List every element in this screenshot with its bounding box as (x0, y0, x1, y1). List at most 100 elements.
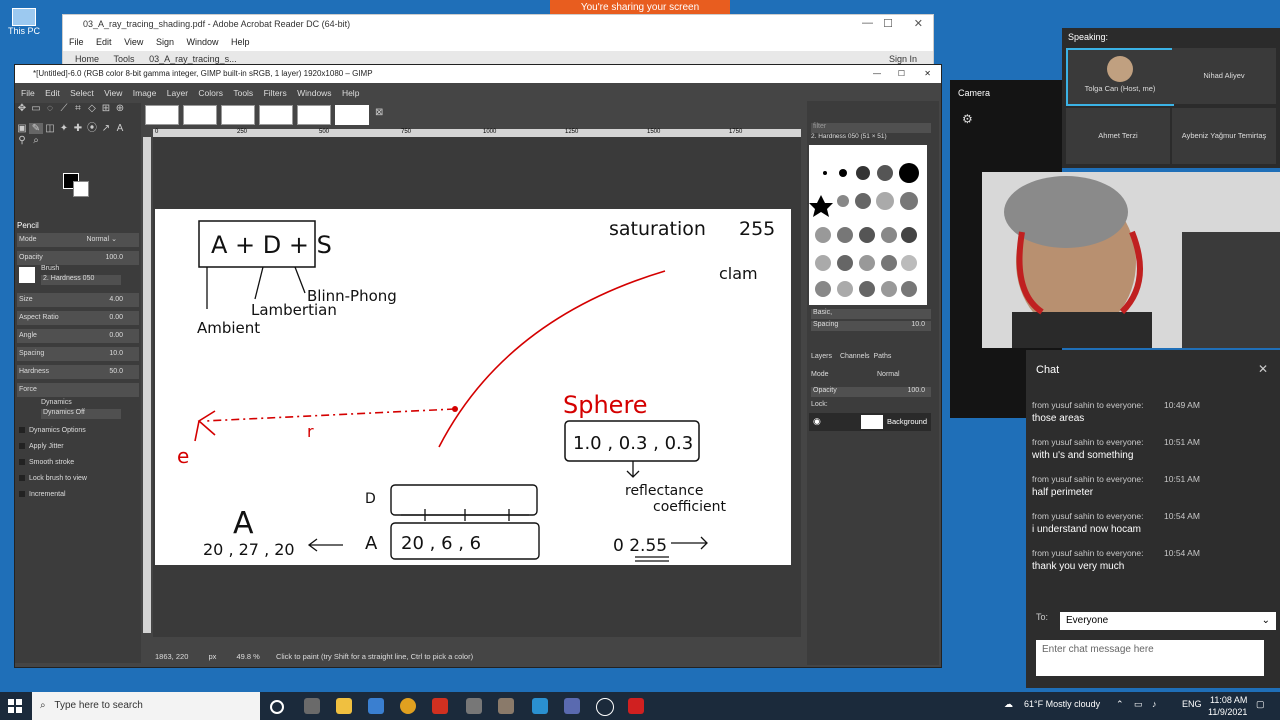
gimp-menu-layer[interactable]: Layer (167, 88, 188, 98)
menu-view[interactable]: View (124, 37, 143, 47)
dock-spacing-slider[interactable]: Spacing 10.0 (811, 321, 931, 331)
close-tab-icon[interactable]: ⊠ (375, 107, 383, 118)
layer-opacity-slider[interactable]: Opacity 100.0 (811, 387, 931, 397)
recipient-select[interactable]: Everyone ⌄ (1060, 612, 1276, 630)
gimp-maximize-button[interactable]: ☐ (898, 65, 905, 83)
chrome-icon[interactable] (400, 698, 416, 714)
opacity-slider[interactable]: Opacity 100.0 (17, 251, 139, 265)
gimp-menu-view[interactable]: View (104, 88, 122, 98)
zoom-icon[interactable]: ⌕ (29, 135, 43, 146)
layer-mode-select[interactable]: Mode Normal (811, 371, 929, 378)
file-explorer-icon[interactable] (336, 698, 352, 714)
apply-jitter-check[interactable]: Apply Jitter (19, 443, 64, 450)
color-picker-icon[interactable]: ⚲ (15, 135, 29, 146)
brush-value[interactable]: 2. Hardness 050 (41, 275, 121, 285)
mail-icon[interactable] (368, 698, 384, 714)
weather-text[interactable]: 61°F Mostly cloudy (1024, 699, 1100, 709)
smooth-stroke-check[interactable]: Smooth stroke (19, 459, 74, 466)
gimp-menu-help[interactable]: Help (342, 88, 359, 98)
menu-file[interactable]: File (69, 37, 84, 47)
image-tab[interactable] (221, 105, 255, 125)
tray-chevron-icon[interactable]: ⌃ (1116, 699, 1124, 710)
clock-date[interactable]: 11/9/2021 (1208, 707, 1247, 717)
participant-tile[interactable]: Aybeniz Yağmur Temirtaş (1172, 108, 1276, 164)
clone-icon[interactable]: ⊕ (113, 103, 127, 114)
brush-set-select[interactable]: Basic, (811, 309, 931, 319)
start-button[interactable] (8, 699, 22, 713)
move-tool-icon[interactable]: ✥ (15, 103, 29, 114)
acrobat-task-icon[interactable] (432, 698, 448, 714)
fuzzy-select-icon[interactable]: ⟋ (57, 103, 71, 114)
size-slider[interactable]: Size 4.00 (17, 293, 139, 307)
background-color-swatch[interactable] (73, 181, 89, 197)
minimize-button[interactable]: — (862, 17, 873, 29)
lock-brush-check[interactable]: Lock brush to view (19, 475, 87, 482)
brush-preview[interactable] (19, 267, 35, 283)
gimp-task-icon[interactable] (498, 698, 514, 714)
image-tab[interactable] (145, 105, 179, 125)
image-tab-active[interactable] (335, 105, 369, 125)
text-tool-icon[interactable]: A (113, 123, 127, 134)
pencil-icon[interactable]: ✎ (29, 123, 43, 134)
bucket-icon[interactable]: ▣ (15, 123, 29, 134)
hardness-slider[interactable]: Hardness 50.0 (17, 365, 139, 379)
unit-select[interactable]: px (208, 652, 216, 661)
gimp-minimize-button[interactable]: — (873, 65, 881, 83)
dynamics-options-check[interactable]: Dynamics Options (19, 427, 86, 434)
rect-select-icon[interactable]: ▭ (29, 103, 43, 114)
mode-select[interactable]: Mode Normal ⌄ (17, 233, 139, 247)
heal-icon[interactable]: ✚ (71, 123, 85, 134)
brush-grid[interactable] (809, 145, 927, 305)
close-icon[interactable]: ✕ (1258, 362, 1268, 376)
eraser-icon[interactable]: ◫ (43, 123, 57, 134)
layer-row[interactable]: ◉ Background (809, 413, 931, 431)
brush-filter[interactable]: filter (811, 123, 931, 133)
this-pc-icon[interactable]: This PC (4, 8, 44, 36)
gimp-menu-filters[interactable]: Filters (264, 88, 287, 98)
camera-app-icon[interactable] (564, 698, 580, 714)
gimp-menu-image[interactable]: Image (133, 88, 157, 98)
language-indicator[interactable]: ENG (1182, 699, 1202, 709)
menu-edit[interactable]: Edit (96, 37, 112, 47)
incremental-check[interactable]: Incremental (19, 491, 66, 498)
clock-time[interactable]: 11:08 AM (1210, 695, 1247, 705)
task-view-icon[interactable] (270, 700, 284, 714)
angle-slider[interactable]: Angle 0.00 (17, 329, 139, 343)
gimp-menu-windows[interactable]: Windows (297, 88, 331, 98)
volume-icon[interactable]: ♪ (1152, 699, 1157, 709)
notifications-icon[interactable]: ▢ (1256, 699, 1265, 710)
transform-icon[interactable]: ◇ (85, 103, 99, 114)
dynamics-value[interactable]: Dynamics Off (41, 409, 121, 419)
close-button[interactable]: ✕ (914, 17, 923, 30)
gimp-menu-colors[interactable]: Colors (198, 88, 223, 98)
menu-sign[interactable]: Sign (156, 37, 174, 47)
task-view-button-icon[interactable] (304, 698, 320, 714)
tab-layers[interactable]: Layers (811, 353, 832, 360)
eye-icon[interactable]: ◉ (813, 416, 821, 427)
network-icon[interactable]: ▭ (1134, 699, 1143, 710)
tab-channels[interactable]: Channels (840, 353, 870, 360)
zoom-select[interactable]: 49.8 % (236, 652, 259, 661)
lasso-icon[interactable]: ◌ (43, 103, 57, 114)
maximize-button[interactable]: ☐ (883, 17, 893, 30)
pdf-icon[interactable] (628, 698, 644, 714)
gimp-menu-select[interactable]: Select (70, 88, 94, 98)
weather-icon[interactable]: ☁ (1004, 699, 1013, 710)
tab-paths[interactable]: Paths (874, 353, 892, 360)
taskbar-search[interactable]: ⌕ Type here to search (32, 692, 260, 720)
app-icon[interactable] (466, 698, 482, 714)
participant-tile[interactable]: Ahmet Terzi (1066, 108, 1170, 164)
participant-tile[interactable]: Tolga Can (Host, me) (1066, 48, 1174, 106)
gear-icon[interactable]: ⚙ (962, 112, 973, 126)
obs-icon[interactable] (596, 698, 614, 716)
image-canvas[interactable]: A + D + S Ambient Lambertian Blinn-Phong… (155, 209, 791, 565)
aspect-ratio-slider[interactable]: Aspect Ratio 0.00 (17, 311, 139, 325)
gimp-close-button[interactable]: ✕ (924, 65, 931, 83)
gimp-menu-tools[interactable]: Tools (233, 88, 253, 98)
paths-icon[interactable]: ↗ (99, 123, 113, 134)
image-tab[interactable] (297, 105, 331, 125)
menu-help[interactable]: Help (231, 37, 250, 47)
chat-message-input[interactable]: Enter chat message here (1036, 640, 1264, 676)
gimp-menu-edit[interactable]: Edit (45, 88, 60, 98)
participant-tile[interactable]: Nihad Aliyev (1172, 48, 1276, 104)
